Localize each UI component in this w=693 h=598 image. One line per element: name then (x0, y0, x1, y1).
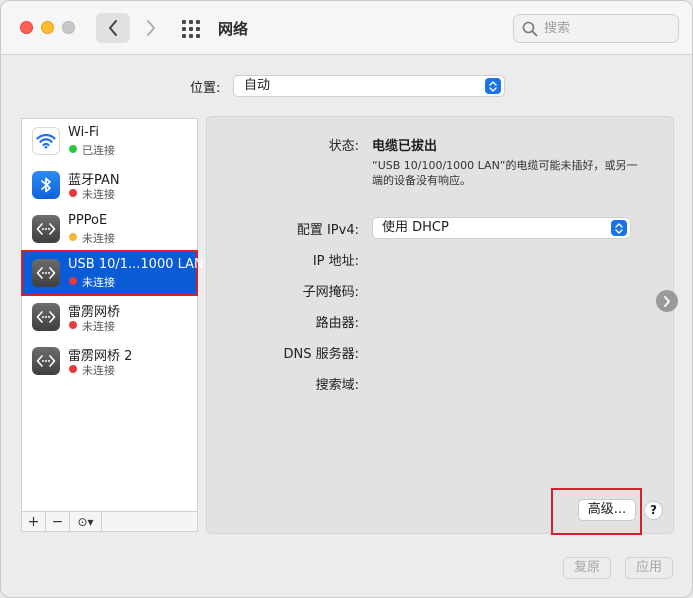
help-button[interactable]: ? (644, 501, 663, 520)
zoom-window-button[interactable] (62, 21, 75, 34)
service-item-pppoe[interactable]: PPPoE 未连接 (22, 207, 197, 251)
remove-service-button[interactable]: − (46, 512, 70, 531)
up-down-chevron-icon (485, 78, 501, 94)
status-dot (69, 233, 77, 241)
service-item-bluetooth-pan[interactable]: 蓝牙PAN 未连接 (22, 163, 197, 207)
network-preferences-window: 网络 位置: 自动 (0, 0, 693, 598)
ipv4-label: 配置 IPv4: (296, 223, 359, 238)
status-dot (69, 365, 77, 373)
search-icon (522, 21, 538, 36)
apply-button[interactable]: 应用 (625, 557, 673, 579)
show-all-grid-icon[interactable] (182, 20, 200, 38)
status-dot (69, 321, 77, 329)
ip-address-label: IP 地址: (312, 254, 359, 269)
dns-server-label: DNS 服务器: (283, 347, 360, 362)
status-description: “USB 10/100/1000 LAN”的电缆可能未插好，或另一端的设备没有响… (372, 159, 638, 187)
next-panel-button[interactable] (656, 290, 678, 312)
close-window-button[interactable] (20, 21, 33, 34)
location-value: 自动 (244, 78, 271, 93)
bluetooth-icon (32, 171, 60, 199)
ipv4-config-select[interactable]: 使用 DHCP (372, 217, 631, 239)
advanced-button[interactable]: 高级... (578, 499, 636, 521)
service-list-toolbar: + − ⊙▾ (21, 512, 198, 532)
search-domain-label: 搜索域: (315, 378, 359, 393)
service-name: Wi-Fi (68, 125, 100, 140)
ethernet-icon (32, 259, 60, 287)
search-input[interactable] (544, 21, 664, 36)
back-button[interactable] (96, 13, 130, 43)
status-value: 电缆已拔出 (372, 139, 438, 154)
status-dot (69, 145, 77, 153)
minimize-window-button[interactable] (41, 21, 54, 34)
ethernet-icon (32, 215, 60, 243)
ipv4-config-value: 使用 DHCP (382, 220, 449, 235)
location-label: 位置: (190, 81, 221, 96)
search-field[interactable] (513, 14, 679, 43)
service-name: PPPoE (68, 213, 108, 228)
router-label: 路由器: (315, 316, 359, 331)
service-status: 未连接 (82, 276, 115, 289)
action-menu-button[interactable]: ⊙▾ (70, 512, 102, 531)
subnet-mask-label: 子网掩码: (302, 285, 359, 300)
service-status: 未连接 (82, 188, 115, 201)
status-dot (69, 277, 77, 285)
service-name: USB 10/1...1000 LAN (68, 257, 204, 272)
chevron-left-icon (109, 20, 117, 36)
wifi-icon (32, 127, 60, 155)
service-item-thunderbolt-bridge-2[interactable]: 雷雳网桥 2 未连接 (22, 339, 197, 383)
chevron-right-icon (664, 295, 670, 307)
status-label: 状态: (328, 139, 359, 154)
revert-button[interactable]: 复原 (563, 557, 611, 579)
service-status: 未连接 (82, 364, 115, 377)
service-item-thunderbolt-bridge[interactable]: 雷雳网桥 未连接 (22, 295, 197, 339)
service-status: 未连接 (82, 320, 115, 333)
service-list: Wi-Fi 已连接 蓝牙PAN 未连接 PPPoE 未连接 USB 10/1..… (21, 118, 204, 512)
forward-button[interactable] (134, 13, 168, 43)
ethernet-icon (32, 303, 60, 331)
ethernet-icon (32, 347, 60, 375)
location-select[interactable]: 自动 (233, 75, 505, 97)
window-title: 网络 (218, 20, 249, 38)
toolbar: 网络 (1, 1, 692, 55)
status-dot (69, 189, 77, 197)
add-service-button[interactable]: + (22, 512, 46, 531)
up-down-chevron-icon (611, 220, 627, 236)
service-status: 已连接 (82, 144, 115, 157)
service-status: 未连接 (82, 232, 115, 245)
service-item-usb-lan[interactable]: USB 10/1...1000 LAN 未连接 (21, 250, 204, 296)
service-item-wifi[interactable]: Wi-Fi 已连接 (22, 119, 197, 163)
chevron-right-icon (147, 20, 155, 36)
